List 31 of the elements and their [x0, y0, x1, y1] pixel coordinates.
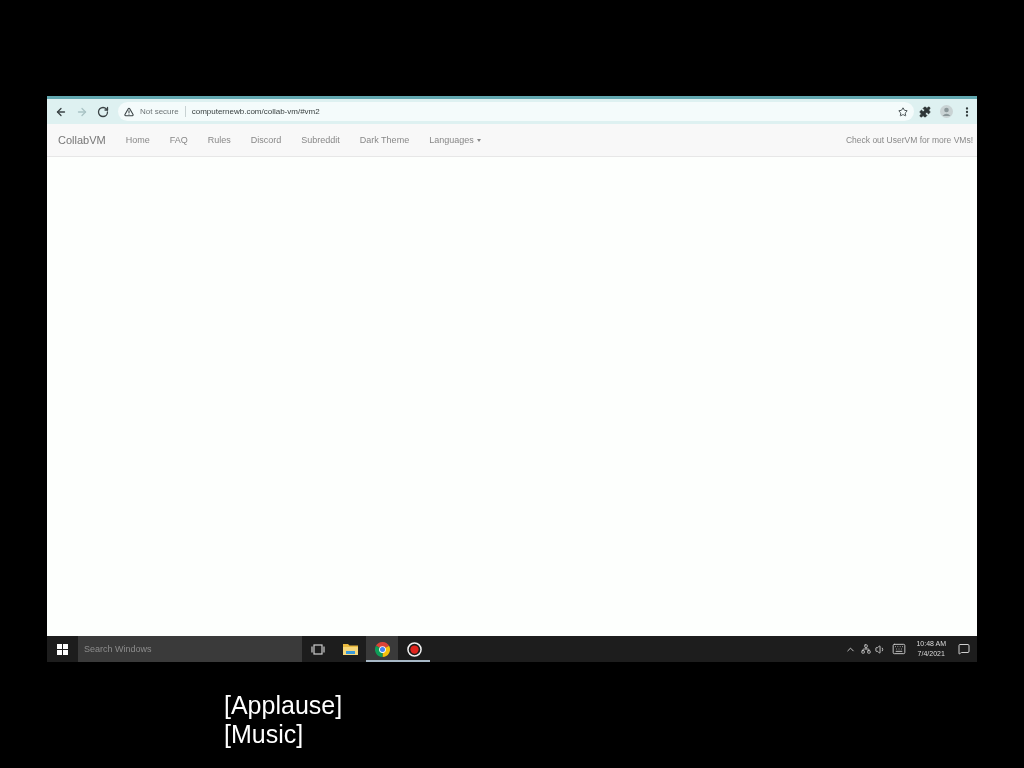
profile-avatar-icon[interactable]: [939, 105, 953, 118]
keyboard-icon[interactable]: [892, 642, 907, 656]
chrome-browser-icon: [374, 641, 390, 657]
search-field[interactable]: Search Windows: [78, 636, 302, 662]
address-bar[interactable]: Not secure computernewb.com/collab-vm/#vm2: [118, 102, 914, 121]
bookmark-star-icon[interactable]: [898, 106, 908, 117]
warning-icon: [124, 106, 134, 117]
notice-text: Check out UserVM for more VMs!: [845, 135, 973, 145]
caption-text: [Applause]: [224, 691, 343, 720]
back-arrow-icon[interactable]: [55, 105, 67, 118]
network-icon[interactable]: [860, 644, 871, 654]
notification-icon[interactable]: [957, 643, 970, 655]
brand-link[interactable]: CollabVM: [58, 134, 106, 146]
caption-text: [Music]: [224, 720, 304, 749]
reload-icon[interactable]: [97, 105, 109, 118]
security-label: Not secure: [140, 107, 179, 116]
record-icon: [406, 641, 422, 657]
windows-logo-icon: [57, 643, 68, 655]
task-view-icon: [311, 643, 325, 655]
nav-dropdown[interactable]: Languages: [419, 135, 491, 145]
nav-link[interactable]: Rules: [197, 135, 241, 145]
nav-link[interactable]: FAQ: [159, 135, 198, 145]
puzzle-piece-icon[interactable]: [919, 105, 931, 118]
caret-icon: [476, 138, 481, 142]
nav-link[interactable]: Home: [115, 135, 160, 145]
taskbar-app-button[interactable]: [366, 636, 398, 662]
url-text: computernewb.com/collab-vm/#vm2: [191, 107, 320, 116]
nav-link[interactable]: Discord: [240, 135, 292, 145]
nav-link[interactable]: Dark Theme: [349, 135, 420, 145]
nav-link[interactable]: Subreddit: [291, 135, 350, 145]
folder-icon: [342, 643, 358, 655]
